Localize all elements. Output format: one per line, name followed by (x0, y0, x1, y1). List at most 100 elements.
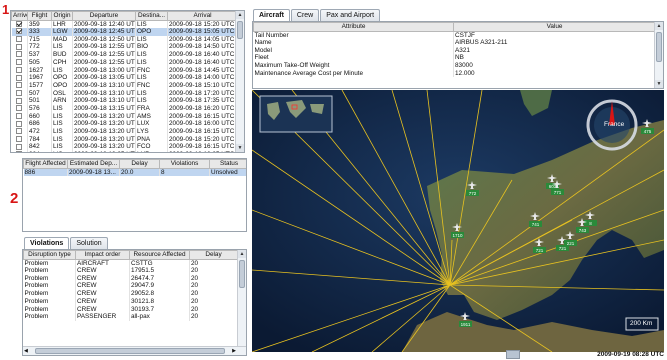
scroll-up-icon[interactable]: ▲ (655, 22, 663, 30)
arrival-check-cell[interactable] (11, 66, 28, 75)
arrival-check-cell[interactable] (11, 58, 28, 67)
scroll-up-icon[interactable]: ▲ (238, 250, 246, 258)
checkbox[interactable] (16, 112, 23, 119)
flight-row[interactable]: 842 LIS 2009-09-18 13:20 UTC FCO 2009-09-18 … (11, 143, 238, 151)
attribute-row[interactable]: Maintenance Average Cost per Minute 12.00… (253, 69, 656, 78)
scroll-up-icon[interactable]: ▲ (236, 11, 244, 19)
violation-row[interactable]: Problem CREW 30193.7 20 (23, 305, 238, 314)
flight-row[interactable]: 505 CPH 2009-09-18 12:55 UTC LIS 2009-09-18 … (11, 58, 238, 67)
scroll-thumb[interactable] (239, 260, 245, 288)
arrival-check-cell[interactable] (11, 127, 28, 136)
checkbox[interactable] (16, 51, 23, 58)
column-header[interactable]: Destina... (135, 11, 168, 21)
arrival-check-cell[interactable] (11, 151, 28, 152)
arrival-check-cell[interactable] (11, 104, 28, 113)
flight-row[interactable]: 359 LHR 2009-09-18 12:40 UTC LIS 2009-09-18 … (11, 20, 238, 28)
checkbox[interactable] (16, 143, 23, 150)
flights-scrollbar[interactable]: ▲ ▼ (235, 11, 244, 152)
checkbox[interactable] (16, 59, 23, 66)
arrival-check-cell[interactable] (11, 120, 28, 128)
violation-row[interactable]: Problem CREW 29052.8 20 (23, 290, 238, 298)
scroll-down-icon[interactable]: ▼ (655, 80, 663, 88)
flight-row[interactable]: 537 BUD 2009-09-18 12:55 UTC LIS 2009-09-18 … (11, 51, 238, 59)
column-header[interactable]: Estimated Dep... (67, 159, 120, 169)
arrival-check-cell[interactable] (11, 74, 28, 82)
tab-pax-and-airport[interactable]: Pax and Airport (320, 9, 381, 21)
violation-row[interactable]: Problem CREW 30121.8 20 (23, 297, 238, 306)
column-header[interactable]: Impact order (75, 250, 130, 260)
flight-row[interactable]: 686 LIS 2009-09-18 13:20 UTC LUX 2009-09-18 … (11, 120, 238, 128)
scroll-thumb[interactable] (237, 21, 243, 39)
arrival-check-cell[interactable] (11, 43, 28, 52)
flight-row[interactable]: 772 LIS 2009-09-18 12:55 UTC BIO 2009-09-18 … (11, 43, 238, 52)
violation-row[interactable]: Problem CREW 17951.5 20 (23, 267, 238, 275)
arrival-check-cell[interactable] (11, 143, 28, 151)
column-header[interactable]: Arrivo... (11, 11, 28, 21)
arrival-check-cell[interactable] (11, 35, 28, 44)
scroll-down-icon[interactable]: ▼ (236, 144, 244, 152)
checkbox[interactable] (16, 20, 23, 27)
arrival-check-cell[interactable] (11, 28, 28, 36)
checkbox[interactable] (16, 105, 23, 112)
column-header[interactable]: Violations (159, 159, 210, 169)
tab-crew[interactable]: Crew (290, 9, 320, 21)
map-view[interactable]: 772 603 1710 721 771 1911 475 8 743 721 741 221 Fra… (252, 90, 664, 352)
violations-vscroll[interactable]: ▲ (237, 250, 246, 346)
map-canvas[interactable]: 772603171072177119114758743721741221 (252, 90, 664, 352)
flight-row[interactable]: 1627 LIS 2009-09-18 13:00 UTC FNC 2009-09-18… (11, 66, 238, 75)
checkbox[interactable] (16, 136, 23, 143)
column-header[interactable]: Delay (119, 159, 160, 169)
scroll-right-icon[interactable]: ▶ (232, 348, 236, 354)
flight-row[interactable]: 333 LGW 2009-09-18 12:45 UTC OPO 2009-09-18 … (11, 28, 238, 36)
arrival-check-cell[interactable] (11, 135, 28, 144)
arrival-check-cell[interactable] (11, 81, 28, 90)
violation-row[interactable]: Problem CREW 26474.7 20 (23, 274, 238, 283)
attribute-row[interactable]: Maximum Take-Off Weight 83000 (253, 62, 656, 70)
scroll-left-icon[interactable]: ◀ (24, 348, 28, 354)
details-scrollbar[interactable]: ▲ ▼ (654, 22, 663, 88)
violation-row[interactable]: Problem PASSENGER all-pax 20 (23, 313, 238, 321)
flight-row[interactable]: 576 LIS 2009-09-18 13:15 UTC FRA 2009-09-18 … (11, 104, 238, 113)
column-header[interactable]: Attribute (253, 22, 454, 32)
arrival-check-cell[interactable] (11, 112, 28, 121)
checkbox[interactable] (16, 151, 23, 152)
scroll-thumb[interactable] (656, 32, 662, 62)
tab-solution[interactable]: Solution (70, 237, 108, 249)
tab-aircraft[interactable]: Aircraft (253, 9, 290, 21)
attribute-row[interactable]: Model A321 (253, 46, 656, 55)
violation-row[interactable]: Problem CREW 29047.9 20 (23, 282, 238, 291)
column-header[interactable]: Departure (72, 11, 136, 21)
checkbox[interactable] (16, 28, 23, 35)
flight-row[interactable]: 715 MAD 2009-09-18 12:50 UTC LIS 2009-09-18 … (11, 35, 238, 44)
violations-hscroll[interactable]: ◀ ▶ (23, 346, 246, 355)
map-toggle-button[interactable] (506, 350, 520, 359)
arrival-check-cell[interactable] (11, 89, 28, 98)
flight-row[interactable]: 507 OSL 2009-09-18 13:10 UTC LIS 2009-09-18 … (11, 89, 238, 98)
column-header[interactable]: Origin (51, 11, 73, 21)
checkbox[interactable] (16, 74, 23, 81)
attribute-row[interactable]: Fleet NB (253, 54, 656, 63)
column-header[interactable]: Arrival (167, 11, 238, 21)
column-header[interactable]: Disruption type (23, 250, 76, 260)
checkbox[interactable] (16, 120, 23, 127)
flight-row[interactable]: 784 LIS 2009-09-18 13:20 UTC PNA 2009-09-18 … (11, 135, 238, 144)
checkbox[interactable] (16, 97, 23, 104)
attribute-row[interactable]: Name AIRBUS A321-211 (253, 39, 656, 47)
flight-row[interactable]: 264LIS2009-09-18 13:25 UTCLHR2009-09-18 … (11, 151, 238, 152)
flight-row[interactable]: 472 LIS 2009-09-18 13:20 UTC LYS 2009-09-18 … (11, 127, 238, 136)
violation-row[interactable]: Problem AIRCRAFT CSTTG 20 (23, 259, 238, 267)
arrival-check-cell[interactable] (11, 97, 28, 105)
checkbox[interactable] (16, 36, 23, 43)
arrival-check-cell[interactable] (11, 20, 28, 28)
tab-violations[interactable]: Violations (24, 237, 70, 249)
flight-row[interactable]: 660 LIS 2009-09-18 13:20 UTC AMS 2009-09-18 … (11, 112, 238, 121)
column-header[interactable]: Flight (27, 11, 52, 21)
flight-row[interactable]: 1577 OPO 2009-09-18 13:10 UTC FNC 2009-09-18… (11, 81, 238, 90)
affected-row[interactable]: 886 2009-09-18 13... 20.0 8 Unsolved (23, 168, 246, 176)
flight-row[interactable]: 1967 OPO 2009-09-18 13:05 UTC LIS 2009-09-18… (11, 74, 238, 82)
column-header[interactable]: Flight Affected (23, 159, 68, 169)
checkbox[interactable] (16, 128, 23, 135)
checkbox[interactable] (16, 66, 23, 73)
hscroll-thumb[interactable] (35, 348, 225, 354)
flight-row[interactable]: 501 ARN 2009-09-18 13:10 UTC LIS 2009-09-18 … (11, 97, 238, 105)
